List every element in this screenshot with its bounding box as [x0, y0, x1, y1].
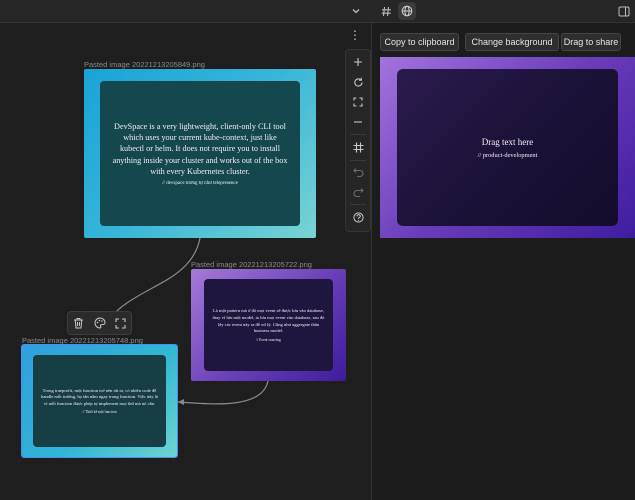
node-text: Là một pattern mà ở đó mọi event sẽ được… — [212, 308, 325, 334]
image-node-event-sourcing[interactable]: Là một pattern mà ở đó mọi event sẽ được… — [191, 269, 346, 381]
node-caption: // devspace tương tự như telepresence — [162, 181, 238, 186]
reset-icon[interactable] — [349, 73, 367, 91]
fit-icon[interactable] — [349, 93, 367, 111]
hash-icon[interactable] — [377, 2, 395, 20]
trash-icon[interactable] — [72, 316, 86, 330]
node-caption: // Event sourcing — [256, 337, 281, 342]
image-node-devspace[interactable]: DevSpace is a very lightweight, client-o… — [84, 69, 316, 238]
change-background-button[interactable]: Change background — [465, 33, 559, 51]
preview-caption: // product-development — [477, 151, 538, 159]
toolbar-separator — [350, 204, 366, 205]
drag-to-share-button[interactable]: Drag to share — [561, 33, 621, 51]
sidebar-toggle-icon[interactable] — [615, 2, 633, 20]
node-image-content: Trong trueprofit, một function trở nên r… — [33, 355, 166, 447]
node-image-content: DevSpace is a very lightweight, client-o… — [100, 81, 300, 226]
node-title: Pasted image 20221213205722.png — [191, 260, 312, 269]
expand-icon[interactable] — [114, 316, 128, 330]
toolbar-separator — [350, 134, 366, 135]
plus-icon[interactable] — [349, 53, 367, 71]
edge-2-arrow — [178, 399, 184, 405]
preview-card: Drag text here // product-development — [397, 69, 618, 226]
canvas-controls — [345, 49, 371, 232]
pane-divider[interactable] — [371, 23, 372, 500]
node-image-content: Là một pattern mà ở đó mọi event sẽ được… — [204, 279, 333, 371]
palette-icon[interactable] — [93, 316, 107, 330]
edge-2 — [177, 380, 269, 405]
preview-text[interactable]: Drag text here — [482, 137, 533, 147]
grid-icon[interactable] — [349, 138, 367, 156]
share-preview[interactable]: Drag text here // product-development — [380, 57, 635, 238]
help-icon[interactable] — [349, 208, 367, 226]
node-toolbar — [67, 311, 132, 335]
image-node-function-design[interactable]: Trong trueprofit, một function trở nên r… — [21, 344, 178, 458]
node-text: DevSpace is a very lightweight, client-o… — [112, 121, 288, 176]
node-caption: // Thiết kế một function — [82, 410, 117, 415]
redo-icon[interactable] — [349, 183, 367, 201]
node-text: Trong trueprofit, một function trở nên r… — [41, 387, 158, 406]
copy-to-clipboard-button[interactable]: Copy to clipboard — [380, 33, 459, 51]
minus-icon[interactable] — [349, 113, 367, 131]
undo-icon[interactable] — [349, 163, 367, 181]
node-title: Pasted image 20221213205849.png — [84, 60, 205, 69]
globe-icon[interactable] — [398, 2, 416, 20]
more-options-icon[interactable]: ⋮ — [349, 28, 361, 42]
node-title: Pasted image 20221213205748.png — [22, 336, 143, 345]
toolbar-separator — [350, 160, 366, 161]
